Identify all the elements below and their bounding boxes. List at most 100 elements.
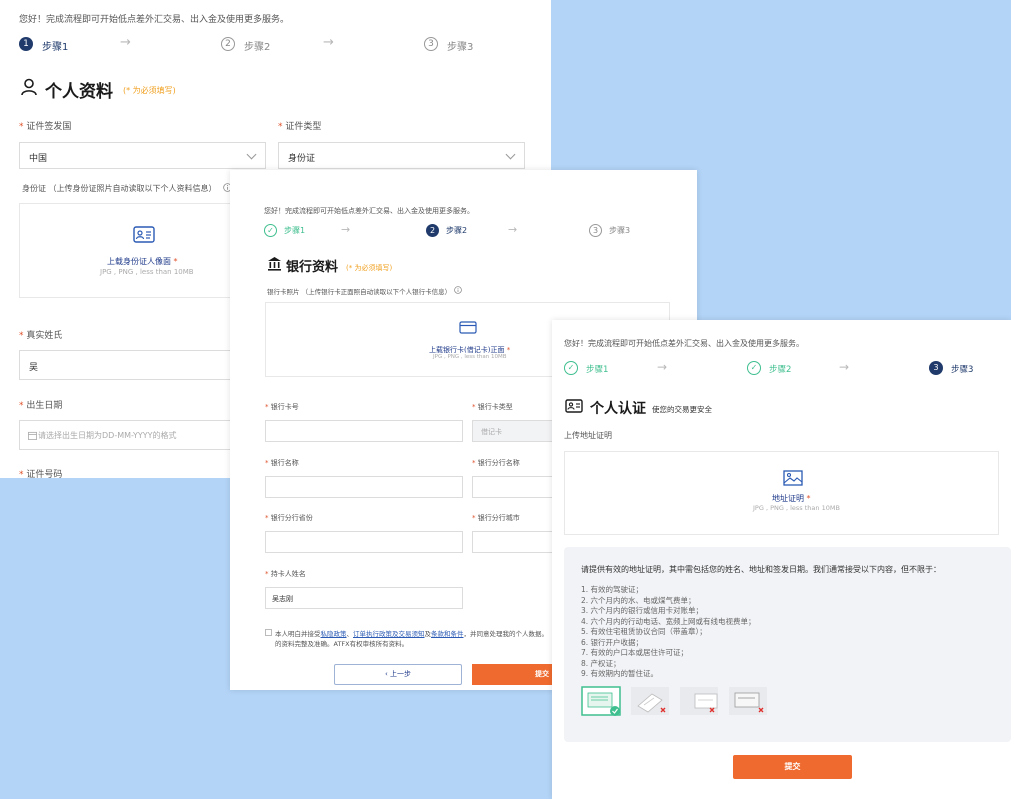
step1-label: 步骤1 (42, 42, 69, 53)
instruction-item: 5. 有效住宅租赁协议合同（带盖章）； (581, 627, 707, 636)
greeting-text: 您好！完成流程即可开始低点差外汇交易、出入金及使用更多服务。 (264, 207, 474, 215)
bank-icon (268, 257, 281, 271)
required-note: (* 为必须填写) (123, 86, 176, 95)
calendar-icon (28, 431, 37, 440)
chevron-down-icon (246, 149, 257, 160)
greeting-text: 您好！完成流程即可开始低点差外汇交易、出入金及使用更多服务。 (19, 15, 290, 25)
terms-link[interactable]: 条款和条件 (431, 630, 464, 638)
card-icon (459, 321, 477, 334)
step1-done-check-icon: ✓ (264, 224, 277, 237)
upload-hint: JPG , PNG , less than 10MB (433, 354, 507, 360)
step3-circle: 3 (589, 224, 602, 237)
chevron-down-icon (505, 149, 516, 160)
branch-province-input[interactable] (265, 531, 463, 553)
issuing-country-value: 中国 (29, 154, 48, 164)
step3-label: 步骤3 (951, 365, 974, 375)
image-icon (783, 470, 803, 486)
step-arrow-icon: → (839, 360, 850, 374)
page-title: 个人资料 (45, 82, 113, 102)
page-title: 个人认证 (590, 401, 646, 417)
id-type-select[interactable]: 身份证 (278, 142, 525, 169)
correct-example-icon (581, 686, 621, 716)
id-upload-label: 身份证 （上传身份证照片自动读取以下个人资料信息） (22, 184, 217, 193)
step2-done-check-icon: ✓ (747, 361, 761, 375)
identity-verification-panel: 您好！完成流程即可开始低点差外汇交易、出入金及使用更多服务。 ✓ 步骤1 → ✓… (552, 320, 1011, 799)
info-icon[interactable] (454, 286, 462, 294)
user-icon (21, 78, 37, 96)
privacy-policy-link[interactable]: 私隐政策 (321, 630, 347, 638)
address-proof-upload-area[interactable]: 地址证明 * JPG , PNG , less than 10MB (564, 451, 999, 535)
card-type-label: * 银行卡类型 (472, 403, 513, 411)
upload-text: 上载身份证人像面 * (107, 257, 178, 266)
bank-name-label: * 银行名称 (265, 459, 299, 467)
id-type-value: 身份证 (288, 154, 316, 164)
step2-label: 步骤2 (244, 42, 271, 53)
instructions-list: 1. 有效的驾驶证； 2. 六个月内的水、电或煤气费单； 3. 六个月内的银行或… (581, 585, 756, 680)
page-subtitle: 使您的交易更安全 (652, 405, 712, 414)
greeting-text: 您好！完成流程即可开始低点差外汇交易、出入金及使用更多服务。 (564, 339, 804, 348)
dob-label: * 出生日期 (19, 401, 63, 411)
issuing-country-select[interactable]: 中国 (19, 142, 266, 169)
id-card-icon (565, 399, 583, 413)
id-number-label: * 证件号码 (19, 470, 63, 478)
holder-name-input[interactable]: 吴志刚 (265, 587, 463, 609)
step2-circle: 2 (426, 224, 439, 237)
real-name-label: * 真实姓氏 (19, 331, 63, 341)
consent-text-line2: 的资料完整及准确。ATFX有权审核所有资料。 (275, 640, 409, 648)
step1-done-check-icon: ✓ (564, 361, 578, 375)
step-arrow-icon: → (508, 223, 518, 236)
instruction-item: 3. 六个月内的银行或信用卡对账单； (581, 606, 704, 615)
cropped-example-icon (680, 687, 718, 715)
instruction-item: 8. 产权证； (581, 658, 621, 668)
real-name-value: 吴 (29, 363, 39, 373)
step-arrow-icon: → (323, 35, 334, 50)
step1-label: 步骤1 (284, 226, 306, 235)
instructions-box: 请提供有效的地址证明，其中需包括您的姓名、地址和签发日期。我们通常接受以下内容，… (564, 547, 1011, 742)
holder-name-value: 吴志刚 (272, 595, 293, 603)
blurry-example-icon (631, 687, 669, 715)
required-note: (* 为必须填写) (346, 264, 393, 272)
instruction-item: 4. 六个月内的行动电话、宽频上网或有线电视费单； (581, 616, 756, 626)
branch-province-label: * 银行分行省份 (265, 514, 313, 522)
upload-hint: JPG , PNG , less than 10MB (753, 504, 840, 512)
dark-example-icon (729, 687, 767, 715)
step2-circle: 2 (221, 37, 235, 51)
step-arrow-icon: → (120, 35, 131, 50)
address-proof-label: 上传地址证明 (564, 431, 612, 440)
bank-name-input[interactable] (265, 476, 463, 498)
step3-label: 步骤3 (447, 42, 474, 53)
holder-name-label: * 持卡人姓名 (265, 570, 306, 578)
id-type-label: * 证件类型 (278, 122, 322, 132)
step2-label: 步骤2 (446, 226, 468, 235)
step2-label: 步骤2 (769, 365, 792, 375)
id-card-icon (133, 226, 155, 243)
submit-button[interactable]: 提交 (733, 755, 852, 779)
upload-hint: JPG , PNG , less than 10MB (100, 268, 194, 276)
dob-placeholder: 请选择出生日期为DD-MM-YYYY的格式 (38, 431, 177, 440)
step3-circle: 3 (929, 361, 943, 375)
step1-circle: 1 (19, 37, 33, 51)
step-arrow-icon: → (657, 360, 668, 374)
card-photo-label: 银行卡照片 （上传银行卡正面照自动读取以下个人银行卡信息） (267, 288, 452, 296)
step1-label: 步骤1 (586, 365, 609, 375)
consent-checkbox[interactable] (265, 629, 272, 636)
step3-circle: 3 (424, 37, 438, 51)
issuing-country-label: * 证件签发国 (19, 122, 72, 132)
instruction-item: 2. 六个月内的水、电或煤气费单； (581, 595, 696, 605)
card-number-label: * 银行卡号 (265, 403, 299, 411)
prev-step-button[interactable]: ‹ 上一步 (334, 664, 462, 685)
card-type-value: 借记卡 (481, 428, 502, 436)
step-arrow-icon: → (341, 223, 351, 236)
instruction-item: 7. 有效的户口本或居住许可证； (581, 648, 689, 657)
step3-label: 步骤3 (609, 226, 631, 235)
branch-city-label: * 银行分行城市 (472, 514, 520, 522)
instructions-title: 请提供有效的地址证明，其中需包括您的姓名、地址和签发日期。我们通常接受以下内容，… (581, 565, 941, 574)
card-number-input[interactable] (265, 420, 463, 442)
order-policy-link[interactable]: 订单执行政策及交易须知 (353, 630, 425, 638)
consent-text: 本人明白并接受私隐政策、订单执行政策及交易须知及条款和条件，并同意处理我的个人数… (275, 630, 548, 638)
page-title: 银行资料 (286, 260, 339, 275)
instruction-item: 1. 有效的驾驶证； (581, 585, 644, 594)
instruction-item: 6. 银行开户收据； (581, 637, 644, 647)
upload-text: 地址证明 * (772, 494, 811, 503)
branch-name-label: * 银行分行名称 (472, 459, 520, 467)
